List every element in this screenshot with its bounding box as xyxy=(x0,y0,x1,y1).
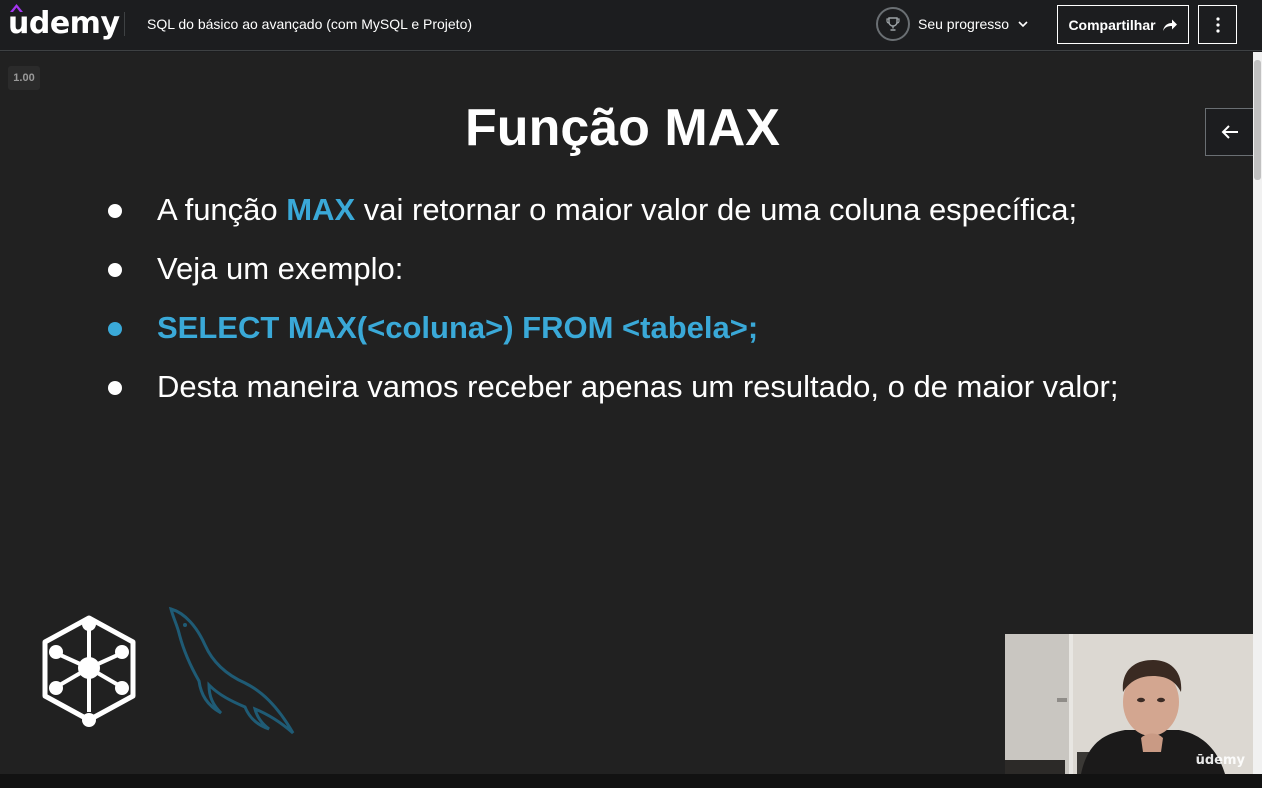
cube-network-logo xyxy=(42,615,136,727)
arrow-left-icon xyxy=(1221,125,1238,139)
bullet-text: A função xyxy=(157,192,287,227)
bullet-text: Veja um exemplo: xyxy=(157,251,404,286)
bullet-item: Veja um exemplo: xyxy=(108,247,1118,306)
header-divider xyxy=(124,12,125,36)
vertical-dots-icon xyxy=(1215,16,1220,33)
video-player[interactable]: 1.00 Função MAX A função MAX vai retorna… xyxy=(0,52,1253,774)
trophy-icon xyxy=(886,17,900,31)
bullet-item: Desta maneira vamos receber apenas um re… xyxy=(108,365,1118,424)
bullet-text: vai retornar o maior valor de uma coluna… xyxy=(355,192,1078,227)
progress-label: Seu progresso xyxy=(918,16,1010,32)
progress-ring xyxy=(876,7,910,41)
course-title[interactable]: SQL do básico ao avançado (com MySQL e P… xyxy=(147,15,472,33)
top-header: udemy SQL do básico ao avançado (com MyS… xyxy=(0,0,1262,51)
share-button[interactable]: Compartilhar xyxy=(1057,5,1189,44)
scrollbar-thumb[interactable] xyxy=(1254,60,1261,180)
bullet-code-text: SELECT MAX(<coluna>) FROM <tabela>; xyxy=(157,310,759,345)
back-button[interactable] xyxy=(1205,108,1253,156)
more-options-button[interactable] xyxy=(1198,5,1237,44)
chevron-down-icon xyxy=(1018,21,1028,28)
udemy-logo[interactable]: udemy xyxy=(8,4,120,42)
logo-text: udemy xyxy=(8,6,120,41)
progress-dropdown[interactable]: Seu progresso xyxy=(876,6,1029,42)
bullet-text: Desta maneira vamos receber apenas um re… xyxy=(157,369,1119,404)
bullet-highlight: MAX xyxy=(286,192,356,227)
bullet-item-code: SELECT MAX(<coluna>) FROM <tabela>; xyxy=(108,306,1118,365)
share-arrow-icon xyxy=(1162,19,1177,31)
slide-bullet-list: A função MAX vai retornar o maior valor … xyxy=(108,188,1118,424)
udemy-caret-icon xyxy=(10,4,23,12)
instructor-webcam: ūdemy xyxy=(1005,634,1253,774)
playback-speed[interactable]: 1.00 xyxy=(8,66,40,90)
slide-title: Função MAX xyxy=(465,99,780,157)
page-scrollbar[interactable] xyxy=(1253,52,1262,774)
player-bottom-bar xyxy=(0,774,1262,788)
mysql-dolphin-logo xyxy=(168,606,295,735)
bullet-item: A função MAX vai retornar o maior valor … xyxy=(108,188,1118,247)
webcam-watermark: ūdemy xyxy=(1195,753,1245,768)
share-label: Compartilhar xyxy=(1068,16,1156,33)
